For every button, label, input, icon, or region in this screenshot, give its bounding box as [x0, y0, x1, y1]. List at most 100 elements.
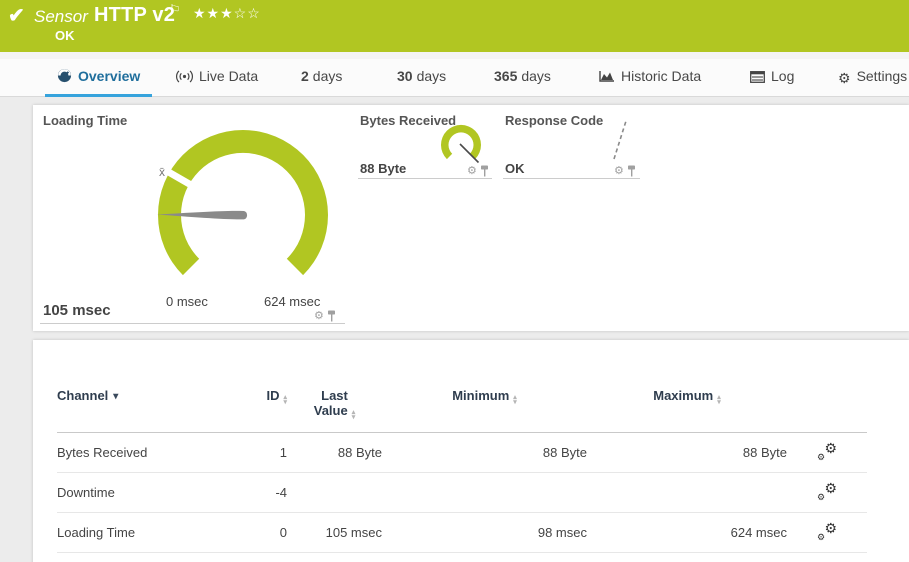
- column-header-id[interactable]: ID ▴▾: [227, 382, 287, 433]
- column-header-actions: [787, 382, 867, 433]
- column-header-channel[interactable]: Channel ▾: [57, 382, 227, 433]
- channels-table: Channel ▾ ID ▴▾ LastValue ▴▾ Minimum ▴▾ Maxi…: [57, 382, 867, 562]
- channel-last-value: OK: [287, 553, 382, 562]
- average-marker: x̄: [159, 165, 165, 179]
- tab-number: 2: [301, 68, 309, 84]
- priority-stars[interactable]: ★★★☆☆: [193, 5, 261, 22]
- bytes-received-value: 88 Byte: [360, 161, 406, 176]
- tab-settings[interactable]: ⚙ Settings: [838, 68, 907, 96]
- channel-maximum: 624 msec: [587, 513, 787, 553]
- channel-settings-gears-icon[interactable]: ⚙⚙: [817, 522, 837, 540]
- tab-label: days: [313, 68, 343, 84]
- pin-icon[interactable]: [627, 165, 636, 177]
- column-header-minimum[interactable]: Minimum ▴▾: [382, 382, 587, 433]
- tab-live-data[interactable]: Live Data: [176, 68, 258, 96]
- tab-label: Log: [771, 68, 794, 84]
- channel-id: 1: [227, 433, 287, 473]
- sort-icon: ▴▾: [513, 395, 517, 405]
- channel-maximum: OK: [587, 553, 787, 562]
- tab-30-days[interactable]: 30days: [397, 68, 446, 96]
- tab-historic-data[interactable]: Historic Data: [599, 68, 701, 96]
- tab-2-days[interactable]: 2days: [301, 68, 342, 96]
- gear-icon[interactable]: ⚙: [614, 164, 624, 177]
- tile-toolbar: ⚙: [467, 164, 489, 177]
- channel-name[interactable]: Loading Time: [57, 513, 227, 553]
- pin-icon[interactable]: [480, 165, 489, 177]
- gauge-icon: [57, 68, 72, 86]
- channel-name[interactable]: Response Code: [57, 553, 227, 562]
- channel-minimum: 98 msec: [382, 513, 587, 553]
- response-code-title: Response Code: [505, 113, 603, 128]
- column-header-maximum[interactable]: Maximum▴▾: [587, 382, 787, 433]
- channel-name[interactable]: Bytes Received: [57, 433, 227, 473]
- tab-label: days: [417, 68, 447, 84]
- channel-settings-gears-icon[interactable]: ⚙⚙: [817, 442, 837, 460]
- loading-time-title: Loading Time: [43, 113, 127, 128]
- channel-name[interactable]: Downtime: [57, 473, 227, 513]
- area-chart-icon: [599, 70, 615, 86]
- pin-icon[interactable]: [327, 310, 336, 322]
- sensor-header: ✔ Sensor HTTP v2 ⚐ ★★★☆☆ OK: [0, 0, 909, 52]
- channel-last-value: 105 msec: [287, 513, 382, 553]
- tile-toolbar: ⚙: [614, 164, 636, 177]
- channel-id: -4: [227, 473, 287, 513]
- column-label: Value: [314, 403, 348, 418]
- channel-minimum: 88 Byte: [382, 433, 587, 473]
- tab-overview[interactable]: Overview: [57, 68, 140, 96]
- tab-number: 30: [397, 68, 413, 84]
- response-code-needle: [603, 115, 643, 165]
- column-label: Channel: [57, 388, 108, 403]
- channel-last-value: [287, 473, 382, 513]
- table-row[interactable]: Downtime -4 ⚙⚙: [57, 473, 867, 513]
- sort-desc-icon: ▾: [113, 391, 118, 402]
- tab-log[interactable]: Log: [750, 68, 794, 96]
- tile-separator: [40, 323, 345, 324]
- flag-icon[interactable]: ⚐: [169, 2, 181, 18]
- table-row[interactable]: Loading Time 0 105 msec 98 msec 624 msec…: [57, 513, 867, 553]
- tile-separator: [358, 178, 492, 179]
- column-label: Last: [287, 388, 382, 403]
- sensor-title: HTTP v2: [94, 4, 175, 27]
- channel-id: 0: [227, 513, 287, 553]
- active-tab-underline: [45, 94, 152, 97]
- tab-label: Historic Data: [621, 68, 701, 84]
- channel-maximum: [587, 473, 787, 513]
- sensor-type-label: Sensor: [34, 7, 88, 27]
- tile-toolbar: ⚙: [314, 309, 336, 322]
- table-row[interactable]: Bytes Received 1 88 Byte 88 Byte 88 Byte…: [57, 433, 867, 473]
- gear-icon: ⚙: [838, 70, 851, 87]
- sort-icon: ▴▾: [352, 410, 356, 420]
- sort-icon: ▴▾: [717, 395, 721, 405]
- response-code-value: OK: [505, 161, 525, 176]
- header-divider: [0, 52, 909, 59]
- broadcast-icon: [176, 70, 193, 86]
- gear-icon[interactable]: ⚙: [467, 164, 477, 177]
- channel-id: 2: [227, 553, 287, 562]
- channel-maximum: 88 Byte: [587, 433, 787, 473]
- status-ok-check-icon: ✔: [8, 3, 25, 28]
- gear-icon[interactable]: ⚙: [314, 309, 324, 322]
- tab-365-days[interactable]: 365days: [494, 68, 551, 96]
- table-header-row: Channel ▾ ID ▴▾ LastValue ▴▾ Minimum ▴▾ Maxi…: [57, 382, 867, 433]
- sort-icon: ▴▾: [283, 395, 287, 405]
- tab-number: 365: [494, 68, 517, 84]
- channel-minimum: OK: [382, 553, 587, 562]
- tab-label: Live Data: [199, 68, 258, 84]
- gauge-min-label: 0 msec: [166, 294, 208, 309]
- table-row[interactable]: Response Code 2 OK OK OK ⚙⚙: [57, 553, 867, 562]
- column-label: ID: [266, 388, 279, 403]
- tab-label: Settings: [857, 68, 908, 84]
- log-icon: [750, 70, 765, 86]
- status-badge: OK: [55, 28, 75, 43]
- column-label: Minimum: [452, 388, 509, 403]
- tab-bar: Overview Live Data 2days 30days 365days …: [0, 59, 909, 97]
- channels-panel: Channel ▾ ID ▴▾ LastValue ▴▾ Minimum ▴▾ Maxi…: [33, 340, 909, 562]
- channel-last-value: 88 Byte: [287, 433, 382, 473]
- column-header-last-value[interactable]: LastValue ▴▾: [287, 382, 382, 433]
- prtg-sensor-page: ✔ Sensor HTTP v2 ⚐ ★★★☆☆ OK Overview Liv…: [0, 0, 909, 562]
- gauges-panel: Loading Time x̄ 0 msec 624 msec 105 msec…: [33, 105, 909, 331]
- loading-time-gauge: [148, 117, 338, 307]
- tab-label: Overview: [78, 68, 140, 84]
- channel-settings-gears-icon[interactable]: ⚙⚙: [817, 482, 837, 500]
- tile-separator: [503, 178, 640, 179]
